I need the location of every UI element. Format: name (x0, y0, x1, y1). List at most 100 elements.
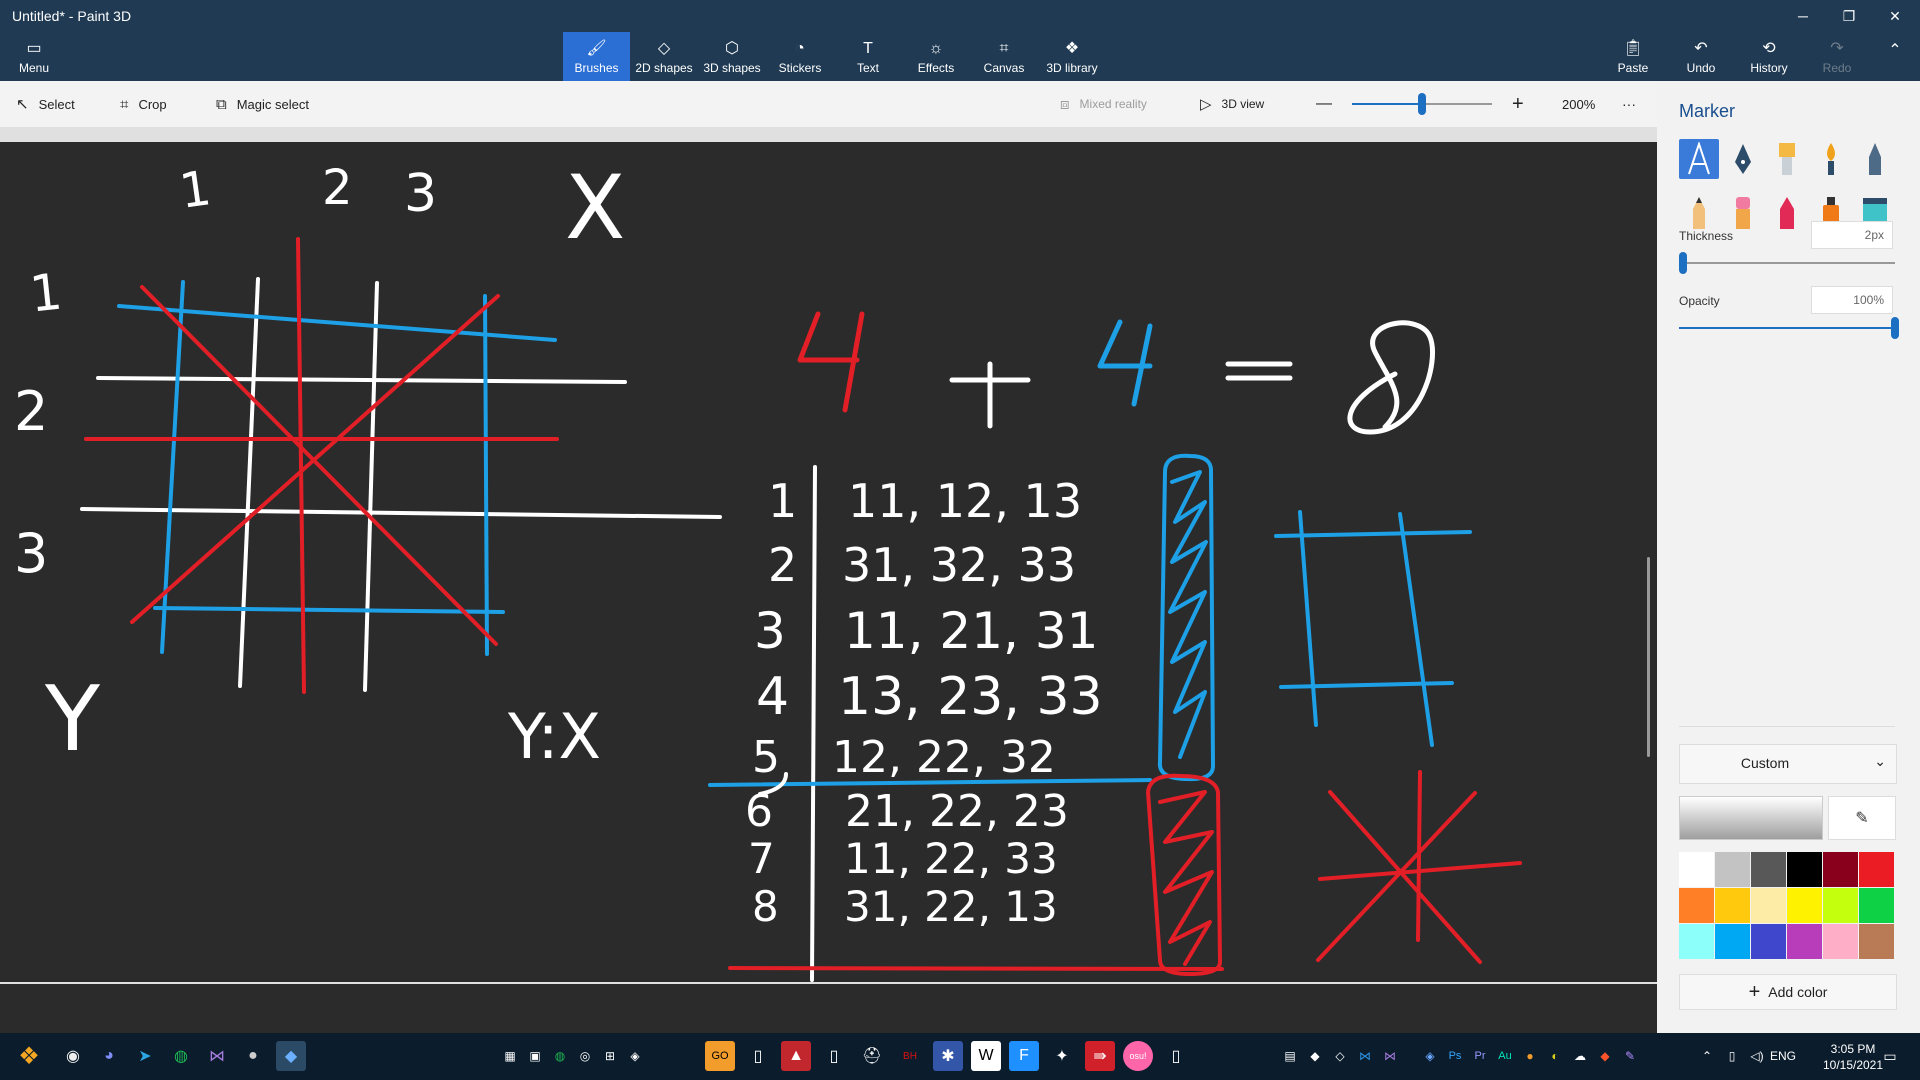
zoom-out-button[interactable]: — (1316, 81, 1332, 127)
chevron-up-icon: ⌃ (1888, 42, 1902, 59)
more-options-button[interactable]: ··· (1622, 81, 1636, 127)
taskbar-file[interactable]: ▯ (1161, 1041, 1191, 1071)
notifications-button[interactable]: ▭ (1875, 1041, 1905, 1071)
taskbar-telegram[interactable]: ➤ (130, 1041, 160, 1071)
opacity-slider-thumb[interactable] (1891, 317, 1899, 339)
paste-button[interactable]: 📋︎ Paste (1605, 32, 1661, 81)
color-swatch[interactable] (1787, 924, 1822, 959)
history-button[interactable]: ⟲ History (1741, 32, 1797, 81)
volume-button[interactable]: ◁) (1742, 1041, 1772, 1071)
menu-button[interactable]: ▭ Menu (6, 32, 62, 81)
tab-canvas[interactable]: ⌗ Canvas (970, 32, 1038, 81)
drawing-canvas[interactable]: 1 2 3 X 1 2 3 Y Y:X 1 11, 12, 13 2 31, 3… (0, 142, 1657, 982)
collapse-ribbon-button[interactable]: ⌃ (1880, 32, 1910, 81)
history-label: History (1750, 61, 1788, 75)
color-swatch[interactable] (1679, 852, 1714, 887)
color-swatch[interactable] (1859, 888, 1894, 923)
text-icon: T (863, 40, 873, 57)
tray-app[interactable]: ✎ (1615, 1041, 1645, 1071)
marker-brush-button[interactable] (1679, 139, 1719, 179)
taskbar-game[interactable]: ✦ (1047, 1041, 1077, 1071)
taskbar-game[interactable]: ▲ (781, 1041, 811, 1071)
color-swatch[interactable] (1859, 852, 1894, 887)
thickness-input[interactable]: 2px (1811, 221, 1893, 249)
color-swatch[interactable] (1715, 852, 1750, 887)
tab-effects[interactable]: ☼ Effects (902, 32, 970, 81)
eraser-button[interactable] (1723, 193, 1763, 233)
watercolor-button[interactable] (1811, 139, 1851, 179)
color-swatch[interactable] (1787, 888, 1822, 923)
taskbar-game[interactable]: F (1009, 1041, 1039, 1071)
color-swatch[interactable] (1715, 888, 1750, 923)
taskbar-chrome[interactable]: ◉ (58, 1041, 88, 1071)
pencil-button[interactable] (1679, 193, 1719, 233)
minimize-button[interactable]: ─ (1780, 0, 1826, 32)
zoom-slider-thumb[interactable] (1418, 93, 1426, 115)
table-row: 2 31, 32, 33 (768, 538, 1076, 592)
game-icon: ✦ (1055, 1048, 1069, 1065)
zoom-in-button[interactable]: + (1512, 81, 1524, 127)
tray-icon: ◐ (1551, 1049, 1559, 1063)
tab-stickers[interactable]: ◔ Stickers (766, 32, 834, 81)
3d-view-button[interactable]: ▷ 3D view (1200, 81, 1264, 127)
opacity-input[interactable]: 100% (1811, 286, 1893, 314)
crop-button[interactable]: ⌗ Crop (120, 81, 167, 127)
table-row: 7 11, 22, 33 (748, 834, 1058, 883)
taskbar-spotify[interactable]: ◍ (166, 1041, 196, 1071)
taskbar-github[interactable]: ● (238, 1041, 268, 1071)
color-swatch[interactable] (1751, 852, 1786, 887)
color-swatch[interactable] (1679, 888, 1714, 923)
calligraphy-pen-button[interactable] (1723, 139, 1763, 179)
taskbar-game[interactable]: W (971, 1041, 1001, 1071)
tray-app[interactable]: ⋈ (1375, 1041, 1405, 1071)
mixed-reality-button[interactable]: ⧈ Mixed reality (1060, 81, 1147, 127)
taskbar-game[interactable]: ⇛ (1085, 1041, 1115, 1071)
zoom-slider[interactable] (1352, 93, 1492, 115)
color-swatch[interactable] (1751, 924, 1786, 959)
taskbar-visual-studio[interactable]: ⋈ (202, 1041, 232, 1071)
tab-text[interactable]: T Text (834, 32, 902, 81)
tab-2d-shapes[interactable]: ◇ 2D shapes (630, 32, 698, 81)
color-swatch[interactable] (1715, 924, 1750, 959)
equation-red-four (797, 311, 865, 413)
maximize-button[interactable]: ❐ (1826, 0, 1872, 32)
taskbar-game[interactable]: GO (705, 1041, 735, 1071)
pixel-pen-button[interactable] (1855, 139, 1895, 179)
crayon-button[interactable] (1767, 193, 1807, 233)
taskbar-paint3d[interactable]: ◆ (276, 1041, 306, 1071)
tab-brushes[interactable]: 🖌︎ Brushes (563, 32, 630, 81)
start-button[interactable]: ❖ (12, 1039, 46, 1073)
color-mode-dropdown[interactable]: Custom ⌄ (1679, 744, 1897, 784)
color-swatch[interactable] (1787, 852, 1822, 887)
taskbar-file[interactable]: ▯ (819, 1041, 849, 1071)
tab-3d-library[interactable]: ❖ 3D library (1038, 32, 1106, 81)
oil-brush-button[interactable] (1767, 139, 1807, 179)
taskbar-pinned-app[interactable]: ◈ (620, 1041, 650, 1071)
opacity-slider[interactable] (1679, 317, 1899, 339)
color-swatch[interactable] (1823, 852, 1858, 887)
thickness-slider-thumb[interactable] (1679, 252, 1687, 274)
taskbar-game[interactable]: osu! (1123, 1041, 1153, 1071)
vertical-scrollbar[interactable] (1647, 557, 1650, 757)
eyedropper-button[interactable]: ✎ (1828, 796, 1896, 840)
color-swatch[interactable] (1859, 924, 1894, 959)
color-swatch[interactable] (1823, 888, 1858, 923)
select-button[interactable]: ↖ Select (16, 81, 75, 127)
taskbar-file[interactable]: ▯ (743, 1041, 773, 1071)
taskbar-game[interactable]: ⛑ (857, 1041, 887, 1071)
color-swatch[interactable] (1751, 888, 1786, 923)
add-color-button[interactable]: + Add color (1679, 974, 1897, 1010)
tab-3d-shapes[interactable]: ⬡ 3D shapes (698, 32, 766, 81)
undo-button[interactable]: ↶ Undo (1673, 32, 1729, 81)
taskbar-discord[interactable]: ◕ (94, 1041, 124, 1071)
thickness-slider[interactable] (1679, 252, 1895, 274)
color-swatch[interactable] (1679, 924, 1714, 959)
redo-button[interactable]: ↷ Redo (1809, 32, 1865, 81)
magic-select-button[interactable]: ⧉ Magic select (216, 81, 309, 127)
close-button[interactable]: ✕ (1872, 0, 1918, 32)
taskbar-game[interactable]: ✱ (933, 1041, 963, 1071)
taskbar-game[interactable]: BH (895, 1041, 925, 1071)
language-indicator[interactable]: ENG (1770, 1049, 1796, 1063)
color-swatch[interactable] (1823, 924, 1858, 959)
zoom-level[interactable]: 200% (1562, 81, 1595, 127)
